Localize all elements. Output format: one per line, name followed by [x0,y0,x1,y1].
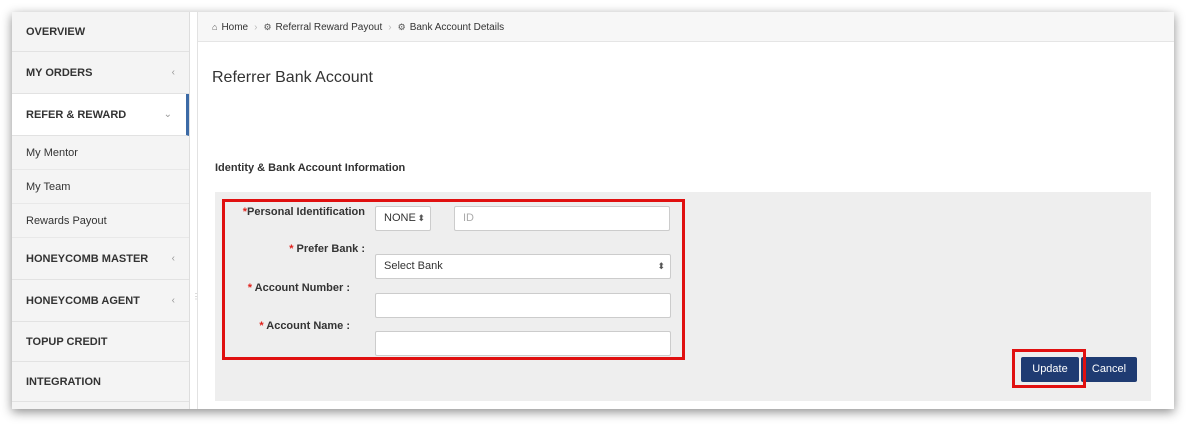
app-window: OVERVIEW MY ORDERS ‹ REFER & REWARD ⌄ My M… [12,12,1174,409]
breadcrumb-home[interactable]: Home [221,22,248,33]
sidebar-item-topup-credit[interactable]: TOPUP CREDIT [12,322,189,362]
sidebar-resize-handle[interactable]: ⋮ [190,12,200,409]
breadcrumb-referral[interactable]: Referral Reward Payout [276,22,383,33]
sidebar-item-honeycomb-agent[interactable]: HONEYCOMB AGENT ‹ [12,280,189,322]
sidebar-subitem-my-team[interactable]: My Team [12,170,189,204]
sidebar-item-label: HONEYCOMB AGENT [26,295,140,307]
sidebar-item-label: HONEYCOMB MASTER [26,253,149,265]
home-icon: ⌂ [212,22,218,32]
gear-icon: ⚙ [263,22,272,32]
sidebar-item-honeycomb-master[interactable]: HONEYCOMB MASTER ‹ [12,238,189,280]
highlight-box-update [1012,349,1086,388]
sidebar-subitem-rewards-payout[interactable]: Rewards Payout [12,204,189,238]
sidebar-subitem-my-mentor[interactable]: My Mentor [12,136,189,170]
sidebar: OVERVIEW MY ORDERS ‹ REFER & REWARD ⌄ My M… [12,12,190,409]
sidebar-item-label: OVERVIEW [26,26,86,38]
sidebar-item-refer-reward[interactable]: REFER & REWARD ⌄ [12,94,189,136]
sidebar-item-label: TOPUP CREDIT [26,336,108,348]
chevron-left-icon: ‹ [171,67,175,78]
section-title: Identity & Bank Account Information [215,162,406,174]
sidebar-item-overview[interactable]: OVERVIEW [12,12,189,52]
sidebar-item-my-orders[interactable]: MY ORDERS ‹ [12,52,189,94]
breadcrumb: ⌂ Home › ⚙ Referral Reward Payout › ⚙ Bank Acco… [198,12,1174,42]
chevron-left-icon: ‹ [171,295,175,306]
sidebar-item-label: INTEGRATION [26,376,101,388]
chevron-left-icon: ‹ [171,253,175,264]
gear-icon: ⚙ [397,22,406,32]
breadcrumb-separator: › [254,22,258,33]
breadcrumb-current: Bank Account Details [409,22,505,33]
breadcrumb-separator: › [388,22,392,33]
cancel-button[interactable]: Cancel [1081,357,1137,382]
sidebar-item-label: REFER & REWARD [26,109,127,121]
sidebar-item-label: MY ORDERS [26,67,93,79]
page-title: Referrer Bank Account [212,69,373,86]
sidebar-item-integration[interactable]: INTEGRATION [12,362,189,402]
chevron-down-icon: ⌄ [163,109,172,120]
highlight-box-form [222,199,685,360]
